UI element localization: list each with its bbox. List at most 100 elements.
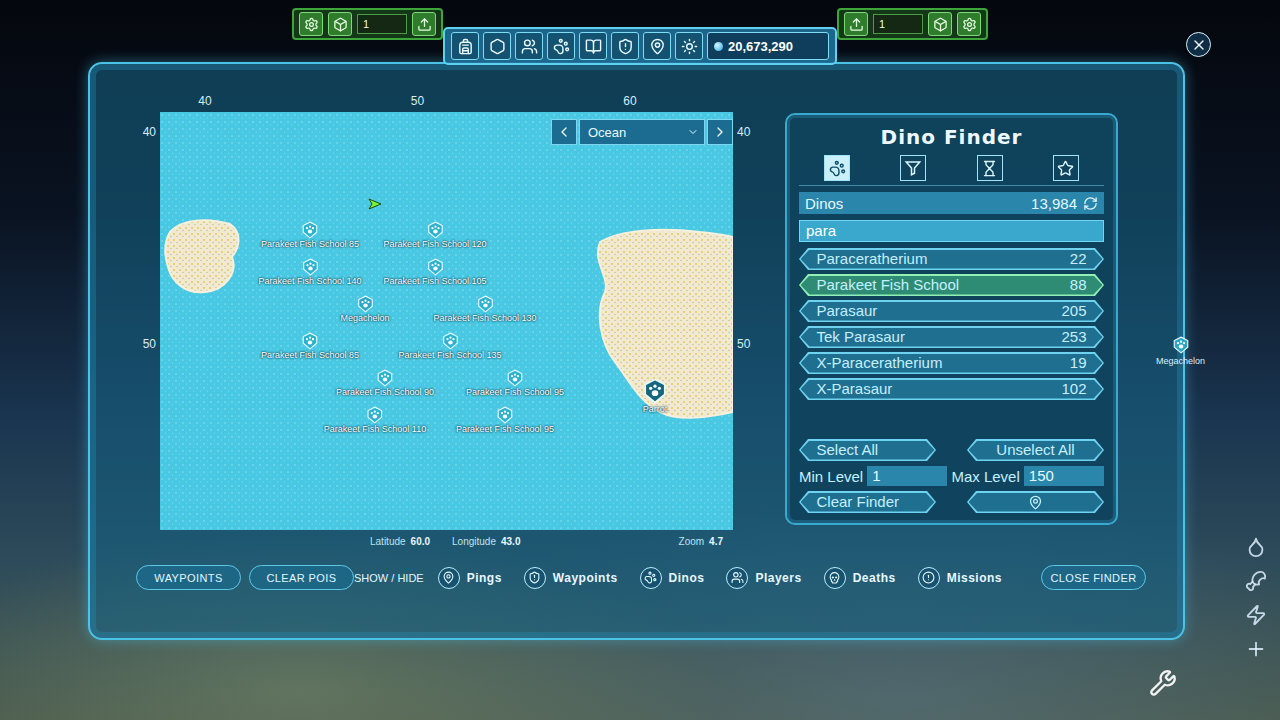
finder-tab[interactable] [1053, 155, 1079, 181]
map-section: 4050604050Parakeet Fish School 85Parakee… [136, 90, 760, 553]
health-icon [1245, 638, 1267, 660]
dino-finder-panel: Dino Finder Dinos13,984 para Paraceratheriu… [785, 113, 1118, 525]
dino-pin-icon [301, 258, 319, 276]
map-pin[interactable]: Parakeet Fish School 130 [433, 295, 536, 324]
game-screen: 120,673,29014050604050Parakeet Fish Scho… [0, 0, 1280, 720]
right-hud-field[interactable]: 1 [873, 14, 923, 34]
next-region-button[interactable] [707, 119, 733, 145]
right-axis: 4050 [733, 112, 760, 530]
finder-tab[interactable] [824, 155, 850, 181]
clear-pois-button[interactable]: CLEAR POIS [249, 565, 354, 590]
longitude: Longitude43.0 [452, 536, 520, 547]
settings-button[interactable] [299, 12, 323, 36]
top-hud: 120,673,2901 [0, 0, 1280, 60]
clear-finder-button[interactable]: Clear Finder [799, 491, 936, 513]
layer-toggle[interactable]: Missions [918, 567, 1002, 589]
water-icon [1245, 536, 1267, 558]
settings-button[interactable] [957, 12, 981, 36]
nav-button[interactable] [611, 32, 639, 60]
finder-tab[interactable] [977, 155, 1003, 181]
hourglass-icon [981, 160, 998, 177]
result-row[interactable]: Parakeet Fish School88 [799, 274, 1104, 296]
map-pin[interactable]: Parakeet Fish School 95 [456, 406, 554, 435]
dino-pin-icon [642, 378, 668, 404]
finder-tab[interactable] [900, 155, 926, 181]
nav-button[interactable] [675, 32, 703, 60]
map-pin[interactable]: Parakeet Fish School 90 [336, 369, 434, 398]
layer-icon [731, 571, 744, 584]
result-row[interactable]: X-Parasaur102 [799, 378, 1104, 400]
axis-tick: 50 [411, 94, 424, 108]
map-pin[interactable]: Parakeet Fish School 140 [258, 258, 361, 287]
dino-pin-icon [301, 332, 319, 350]
region-dropdown[interactable]: Ocean [579, 119, 705, 145]
select-all-button[interactable]: Select All [799, 439, 936, 461]
map-pin[interactable]: Parakeet Fish School 85 [261, 221, 359, 250]
min-level-field[interactable]: 1 [867, 466, 947, 486]
map-pin[interactable]: Parakeet Fish School 95 [466, 369, 564, 398]
right-hud-widget: 1 [837, 8, 988, 40]
book-icon [585, 38, 602, 55]
map-pin[interactable]: Parakeet Fish School 135 [398, 332, 501, 361]
nav-button[interactable] [451, 32, 479, 60]
close-finder-button[interactable]: CLOSE FINDER [1041, 565, 1146, 590]
map-pin-label: Parakeet Fish School 130 [433, 313, 536, 324]
upload-icon [417, 17, 432, 32]
left-hud-widget: 1 [292, 8, 443, 40]
upload-button[interactable] [412, 12, 436, 36]
bottom-bar: WAYPOINTSCLEAR POISSHOW / HIDEPingsWaypo… [136, 565, 1146, 590]
nav-button[interactable] [483, 32, 511, 60]
map-pin-label: Parakeet Fish School 120 [383, 239, 486, 250]
left-hud-field[interactable]: 1 [357, 14, 407, 34]
result-row[interactable]: X-Paraceratherium19 [799, 352, 1104, 374]
nav-button[interactable] [579, 32, 607, 60]
refresh-icon[interactable] [1083, 196, 1098, 211]
search-field[interactable]: para [799, 220, 1104, 242]
nav-button[interactable] [643, 32, 671, 60]
layer-toggle[interactable]: Players [726, 567, 801, 589]
dino-pin-icon [301, 221, 319, 239]
layer-icon [644, 571, 657, 584]
filter-icon [904, 159, 922, 177]
dino-count-row: Dinos13,984 [799, 192, 1104, 214]
axis-tick: 50 [737, 337, 750, 351]
layer-toggle[interactable]: Dinos [640, 567, 705, 589]
result-list: Paraceratherium22 Parakeet Fish School88 P… [799, 248, 1104, 400]
map-pin[interactable]: Parrot [642, 378, 668, 415]
box-button[interactable] [328, 12, 352, 36]
layer-toggle[interactable]: Waypoints [524, 567, 618, 589]
box-icon [933, 17, 948, 32]
gem-icon [714, 42, 723, 51]
finder-controls: Select AllUnselect AllMin Level1Max Leve… [799, 439, 1104, 513]
nav-bar: 20,673,290 [443, 27, 837, 65]
box-button[interactable] [928, 12, 952, 36]
chevron-right-icon [712, 124, 728, 140]
map-pin-label: Parakeet Fish School 95 [466, 387, 564, 398]
result-row[interactable]: Tek Parasaur253 [799, 326, 1104, 348]
map-pin[interactable]: Parakeet Fish School 110 [324, 406, 426, 435]
map-status: Latitude60.0Longitude43.0Zoom4.7 [160, 530, 733, 553]
previous-region-button[interactable] [551, 119, 577, 145]
result-row[interactable]: Paraceratherium22 [799, 248, 1104, 270]
map-view[interactable]: Parakeet Fish School 85 Parakeet Fish Sch… [160, 112, 733, 530]
tools-button[interactable] [1146, 666, 1180, 700]
layer-toggle[interactable]: Pings [438, 567, 502, 589]
panel-title: Dino Finder [799, 123, 1104, 151]
upload-button[interactable] [844, 12, 868, 36]
max-level-field[interactable]: 150 [1024, 466, 1104, 486]
left-axis: 4050 [136, 112, 160, 530]
nav-button[interactable] [547, 32, 575, 60]
layer-toggle[interactable]: Deaths [824, 567, 896, 589]
unselect-all-button[interactable]: Unselect All [967, 439, 1104, 461]
result-row[interactable]: Parasaur205 [799, 300, 1104, 322]
waypoints-button[interactable]: WAYPOINTS [136, 565, 241, 590]
map-pin[interactable]: Parakeet Fish School 105 [383, 258, 486, 287]
close-button[interactable] [1186, 32, 1211, 57]
nav-button[interactable] [515, 32, 543, 60]
locate-button[interactable] [967, 491, 1104, 513]
map-pin[interactable]: Parakeet Fish School 120 [383, 221, 486, 250]
dino-pin-icon [356, 295, 374, 313]
map-pin[interactable]: Megachelon [340, 295, 389, 324]
map-pin[interactable]: Parakeet Fish School 85 [261, 332, 359, 361]
tracker-label: Megachelon [1156, 356, 1205, 366]
